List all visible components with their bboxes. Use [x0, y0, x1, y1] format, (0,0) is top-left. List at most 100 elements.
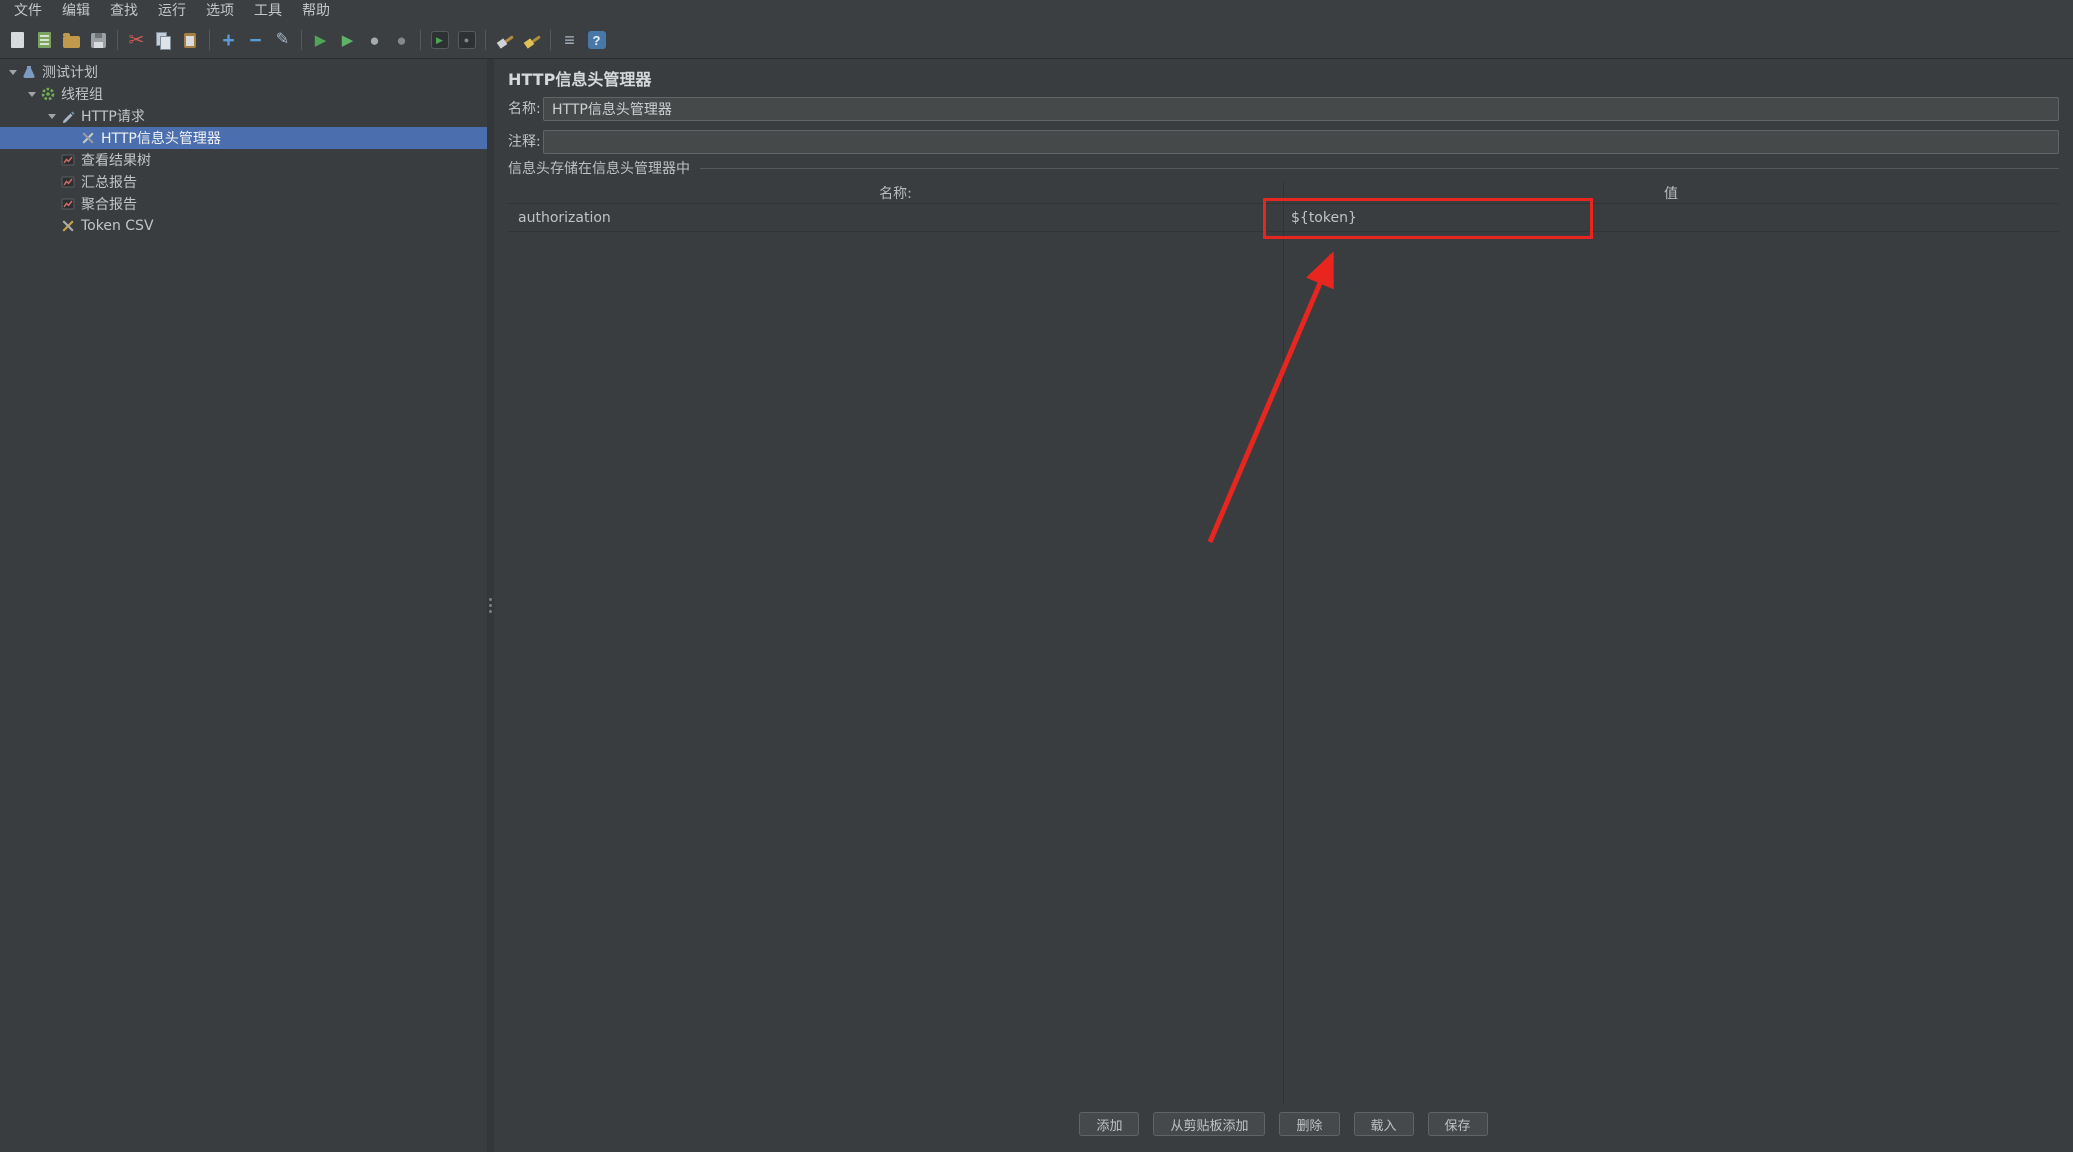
open-button[interactable]: [58, 26, 85, 54]
templates-icon: [38, 32, 51, 48]
header-value-cell[interactable]: ${token}: [1283, 204, 2059, 231]
name-label: 名称:: [508, 97, 541, 121]
tree-item-summary-report[interactable]: 汇总报告: [0, 171, 487, 193]
thread-group-gear-icon: [40, 86, 56, 102]
remote-start-all-button[interactable]: ▶: [426, 26, 453, 54]
shutdown-button[interactable]: ●: [388, 26, 415, 54]
menu-tools[interactable]: 工具: [244, 0, 292, 22]
add-button[interactable]: 添加: [1079, 1112, 1139, 1136]
results-tree-chart-icon: [60, 152, 76, 168]
remote-shutdown-glyph: ●: [464, 36, 469, 45]
delete-button[interactable]: 删除: [1279, 1112, 1339, 1136]
clear-all-button[interactable]: [518, 26, 545, 54]
remote-start-glyph: ▶: [436, 36, 443, 45]
menu-options[interactable]: 选项: [196, 0, 244, 22]
aggregate-report-chart-icon: [60, 196, 76, 212]
save-file-button[interactable]: [85, 26, 112, 54]
comment-label: 注释:: [508, 130, 541, 154]
tree-item-label: 线程组: [61, 84, 103, 104]
comment-input[interactable]: [543, 130, 2059, 154]
expand-all-icon: +: [222, 30, 234, 51]
tree-item-label: 查看结果树: [81, 150, 151, 170]
collapse-arrow-icon[interactable]: [5, 70, 21, 75]
new-file-icon: [11, 32, 24, 48]
header-manager-icon: [80, 130, 96, 146]
tree-item-thread-group[interactable]: 线程组: [0, 83, 487, 105]
headers-group-title: 信息头存储在信息头管理器中: [508, 158, 690, 178]
expand-all-button[interactable]: +: [215, 26, 242, 54]
menu-edit[interactable]: 编辑: [52, 0, 100, 22]
toolbar-separator: [485, 30, 486, 50]
start-button[interactable]: ▶: [307, 26, 334, 54]
column-header-value[interactable]: 值: [1283, 182, 2059, 203]
toolbar: ✂ + − ✎ ▶ ▶ ● ● ▶ ● ≡ ?: [0, 22, 2073, 59]
collapse-arrow-icon[interactable]: [44, 114, 60, 119]
page-title: HTTP信息头管理器: [508, 66, 651, 90]
function-helper-button[interactable]: ≡: [556, 26, 583, 54]
toolbar-separator: [301, 30, 302, 50]
templates-button[interactable]: [31, 26, 58, 54]
menu-search[interactable]: 查找: [100, 0, 148, 22]
paste-button[interactable]: [177, 26, 204, 54]
tree-item-label: Token CSV: [81, 218, 154, 234]
collapse-all-button[interactable]: −: [242, 26, 269, 54]
tree-item-http-request[interactable]: HTTP请求: [0, 105, 487, 127]
cut-button[interactable]: ✂: [123, 26, 150, 54]
start-no-pauses-button[interactable]: ▶: [334, 26, 361, 54]
add-from-clipboard-button[interactable]: 从剪贴板添加: [1153, 1112, 1265, 1136]
new-file-button[interactable]: [4, 26, 31, 54]
clear-button[interactable]: [491, 26, 518, 54]
help-icon: ?: [588, 31, 606, 49]
name-input[interactable]: [543, 97, 2059, 121]
tree-item-token-csv[interactable]: Token CSV: [0, 215, 487, 237]
load-button[interactable]: 载入: [1354, 1112, 1414, 1136]
remote-shutdown-all-button[interactable]: ●: [453, 26, 480, 54]
copy-icon: [155, 32, 172, 49]
tree-item-label: HTTP请求: [81, 106, 145, 126]
tree-item-label: 聚合报告: [81, 194, 137, 214]
header-name-cell[interactable]: authorization: [508, 204, 1283, 231]
stop-button[interactable]: ●: [361, 26, 388, 54]
test-plan-icon: [21, 64, 37, 80]
help-button[interactable]: ?: [583, 26, 610, 54]
tree-item-view-results-tree[interactable]: 查看结果树: [0, 149, 487, 171]
shutdown-icon: ●: [396, 32, 406, 49]
function-helper-icon: ≡: [564, 31, 575, 49]
http-request-icon: [60, 108, 76, 124]
column-header-name[interactable]: 名称:: [508, 182, 1283, 203]
toolbar-separator: [420, 30, 421, 50]
column-divider[interactable]: [1283, 182, 1284, 1104]
headers-group: 信息头存储在信息头管理器中: [508, 159, 2059, 177]
tree-item-test-plan[interactable]: 测试计划: [0, 61, 487, 83]
toolbar-separator: [117, 30, 118, 50]
clear-icon: [496, 31, 514, 49]
menu-help[interactable]: 帮助: [292, 0, 340, 22]
csv-config-icon: [60, 218, 76, 234]
open-icon: [63, 36, 80, 48]
copy-button[interactable]: [150, 26, 177, 54]
group-border-line: [700, 168, 2059, 169]
toggle-button[interactable]: ✎: [269, 26, 296, 54]
tree-item-label: 汇总报告: [81, 172, 137, 192]
test-plan-tree: 测试计划 线程组 HTTP请求 HTTP信息头管理器 查看结果树 汇总: [0, 59, 487, 1152]
start-icon: ▶: [315, 33, 327, 48]
save-headers-button[interactable]: 保存: [1428, 1112, 1488, 1136]
collapse-arrow-icon[interactable]: [24, 92, 40, 97]
toolbar-separator: [209, 30, 210, 50]
header-manager-panel: HTTP信息头管理器 名称: 注释: 信息头存储在信息头管理器中 名称: 值 a…: [494, 59, 2073, 1152]
tree-item-label: HTTP信息头管理器: [101, 128, 221, 148]
remote-shutdown-all-icon: ●: [458, 31, 476, 49]
toolbar-separator: [550, 30, 551, 50]
tree-item-label: 测试计划: [42, 62, 98, 82]
stop-icon: ●: [369, 32, 379, 49]
headers-table: 名称: 值 authorization ${token}: [508, 182, 2059, 1104]
tree-item-http-header-manager[interactable]: HTTP信息头管理器: [0, 127, 487, 149]
menu-run[interactable]: 运行: [148, 0, 196, 22]
panel-splitter[interactable]: [487, 59, 494, 1152]
cut-icon: ✂: [129, 31, 145, 50]
tree-item-aggregate-report[interactable]: 聚合报告: [0, 193, 487, 215]
menu-file[interactable]: 文件: [4, 0, 52, 22]
start-no-pauses-icon: ▶: [342, 33, 354, 48]
table-button-row: 添加 从剪贴板添加 删除 载入 保存: [508, 1112, 2059, 1136]
remote-start-all-icon: ▶: [431, 31, 449, 49]
